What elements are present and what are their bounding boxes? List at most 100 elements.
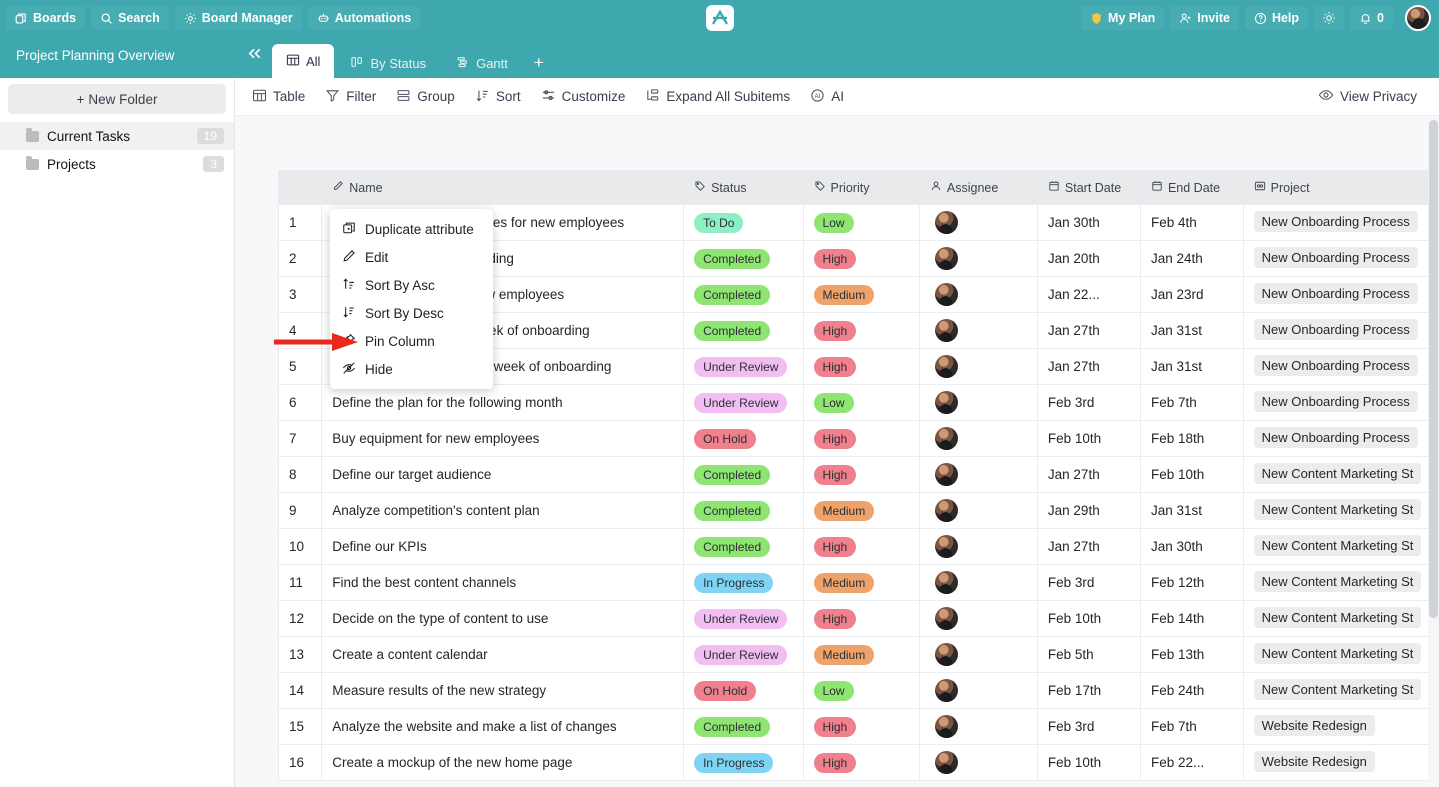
cell-start-date[interactable]: Feb 3rd (1036, 384, 1141, 421)
cell-priority[interactable]: Medium (802, 276, 920, 313)
cell-name[interactable]: Define our KPIs (321, 528, 685, 565)
cell-priority[interactable]: High (802, 528, 920, 565)
cell-start-date[interactable]: Jan 29th (1036, 492, 1141, 529)
cell-end-date[interactable]: Feb 12th (1139, 564, 1244, 601)
cell-priority[interactable]: High (802, 744, 920, 781)
sidebar-item-projects[interactable]: Projects 3 (0, 150, 234, 178)
cell-name[interactable]: Create a content calendar (321, 636, 685, 673)
column-header-index[interactable] (277, 170, 323, 205)
cell-priority[interactable]: High (802, 456, 920, 493)
board-manager-button[interactable]: Board Manager (174, 6, 302, 30)
cell-end-date[interactable]: Jan 31st (1139, 348, 1244, 385)
toolbar-group-button[interactable]: Group (396, 88, 455, 106)
cell-end-date[interactable]: Jan 23rd (1139, 276, 1244, 313)
cell-status[interactable]: Under Review (683, 384, 804, 421)
cell-project[interactable]: New Onboarding Process (1242, 348, 1439, 385)
cell-status[interactable]: Under Review (683, 636, 804, 673)
cell-assignee[interactable] (918, 636, 1038, 673)
column-header-status[interactable]: Status (683, 170, 804, 205)
cell-status[interactable]: Completed (683, 240, 804, 277)
cell-project[interactable]: New Onboarding Process (1242, 204, 1439, 241)
cell-project[interactable]: New Onboarding Process (1242, 240, 1439, 277)
context-menu-item-edit[interactable]: Edit (330, 243, 493, 271)
cell-assignee[interactable] (918, 708, 1038, 745)
cell-assignee[interactable] (918, 456, 1038, 493)
cell-priority[interactable]: High (802, 240, 920, 277)
table-row[interactable]: 9 Analyze competition's content plan Compl… (277, 492, 1439, 529)
cell-project[interactable]: New Content Marketing St (1242, 672, 1439, 709)
cell-start-date[interactable]: Feb 10th (1036, 420, 1141, 457)
my-plan-button[interactable]: My Plan (1081, 6, 1165, 30)
cell-assignee[interactable] (918, 672, 1038, 709)
cell-project[interactable]: New Content Marketing St (1242, 528, 1439, 565)
cell-priority[interactable]: High (802, 600, 920, 637)
toolbar-expand-subitems-button[interactable]: Expand All Subitems (645, 88, 790, 106)
cell-start-date[interactable]: Jan 22... (1036, 276, 1141, 313)
context-menu-item-hide[interactable]: Hide (330, 355, 493, 383)
cell-project[interactable]: New Onboarding Process (1242, 420, 1439, 457)
cell-end-date[interactable]: Jan 30th (1139, 528, 1244, 565)
cell-start-date[interactable]: Jan 30th (1036, 204, 1141, 241)
cell-assignee[interactable] (918, 528, 1038, 565)
cell-status[interactable]: Completed (683, 276, 804, 313)
cell-name[interactable]: Analyze competition's content plan (321, 492, 685, 529)
cell-priority[interactable]: High (802, 348, 920, 385)
cell-status[interactable]: On Hold (683, 672, 804, 709)
new-folder-button[interactable]: + New Folder (8, 84, 226, 114)
cell-end-date[interactable]: Jan 24th (1139, 240, 1244, 277)
cell-start-date[interactable]: Feb 3rd (1036, 564, 1141, 601)
cell-end-date[interactable]: Feb 18th (1139, 420, 1244, 457)
cell-priority[interactable]: Medium (802, 492, 920, 529)
tab-by-status[interactable]: By Status (336, 48, 440, 78)
cell-status[interactable]: To Do (683, 204, 804, 241)
boards-button[interactable]: Boards (6, 6, 86, 30)
theme-toggle-button[interactable] (1314, 6, 1345, 30)
cell-assignee[interactable] (918, 744, 1038, 781)
cell-priority[interactable]: Medium (802, 564, 920, 601)
cell-assignee[interactable] (918, 276, 1038, 313)
cell-start-date[interactable]: Feb 3rd (1036, 708, 1141, 745)
cell-name[interactable]: Buy equipment for new employees (321, 420, 685, 457)
sidebar-item-current-tasks[interactable]: Current Tasks 19 (0, 122, 234, 150)
cell-start-date[interactable]: Feb 10th (1036, 600, 1141, 637)
cell-status[interactable]: In Progress (683, 744, 804, 781)
column-header-assignee[interactable]: Assignee (918, 170, 1038, 205)
cell-end-date[interactable]: Jan 31st (1139, 312, 1244, 349)
cell-assignee[interactable] (918, 312, 1038, 349)
help-button[interactable]: Help (1244, 6, 1309, 30)
cell-assignee[interactable] (918, 384, 1038, 421)
cell-priority[interactable]: Medium (802, 636, 920, 673)
cell-assignee[interactable] (918, 240, 1038, 277)
table-row[interactable]: 16 Create a mockup of the new home page In… (277, 744, 1439, 781)
vertical-scrollbar[interactable] (1428, 118, 1439, 783)
cell-assignee[interactable] (918, 348, 1038, 385)
table-row[interactable]: 15 Analyze the website and make a list of… (277, 708, 1439, 745)
column-header-project[interactable]: Project (1242, 170, 1439, 205)
vertical-scrollbar-thumb[interactable] (1429, 120, 1438, 618)
collapse-sidebar-button[interactable] (246, 46, 263, 66)
cell-name[interactable]: Analyze the website and make a list of c… (321, 708, 685, 745)
toolbar-ai-button[interactable]: AI AI (810, 88, 844, 106)
column-header-priority[interactable]: Priority (802, 170, 920, 205)
cell-priority[interactable]: Low (802, 204, 920, 241)
table-row[interactable]: 11 Find the best content channels In Progr… (277, 564, 1439, 601)
toolbar-customize-button[interactable]: Customize (541, 88, 625, 106)
cell-status[interactable]: Completed (683, 492, 804, 529)
cell-end-date[interactable]: Feb 7th (1139, 384, 1244, 421)
cell-project[interactable]: New Onboarding Process (1242, 312, 1439, 349)
cell-status[interactable]: Completed (683, 528, 804, 565)
cell-end-date[interactable]: Feb 4th (1139, 204, 1244, 241)
cell-name[interactable]: Define the plan for the following month (321, 384, 685, 421)
automations-button[interactable]: Automations (307, 6, 421, 30)
invite-button[interactable]: Invite (1170, 6, 1239, 30)
cell-priority[interactable]: Low (802, 672, 920, 709)
add-view-button[interactable]: + (524, 48, 554, 78)
table-row[interactable]: 13 Create a content calendar Under Review M… (277, 636, 1439, 673)
cell-project[interactable]: New Content Marketing St (1242, 600, 1439, 637)
cell-project[interactable]: New Content Marketing St (1242, 564, 1439, 601)
cell-start-date[interactable]: Jan 27th (1036, 456, 1141, 493)
cell-end-date[interactable]: Feb 10th (1139, 456, 1244, 493)
cell-end-date[interactable]: Feb 22... (1139, 744, 1244, 781)
cell-name[interactable]: Find the best content channels (321, 564, 685, 601)
table-row[interactable]: 10 Define our KPIs Completed High Jan 27th Ja… (277, 528, 1439, 565)
